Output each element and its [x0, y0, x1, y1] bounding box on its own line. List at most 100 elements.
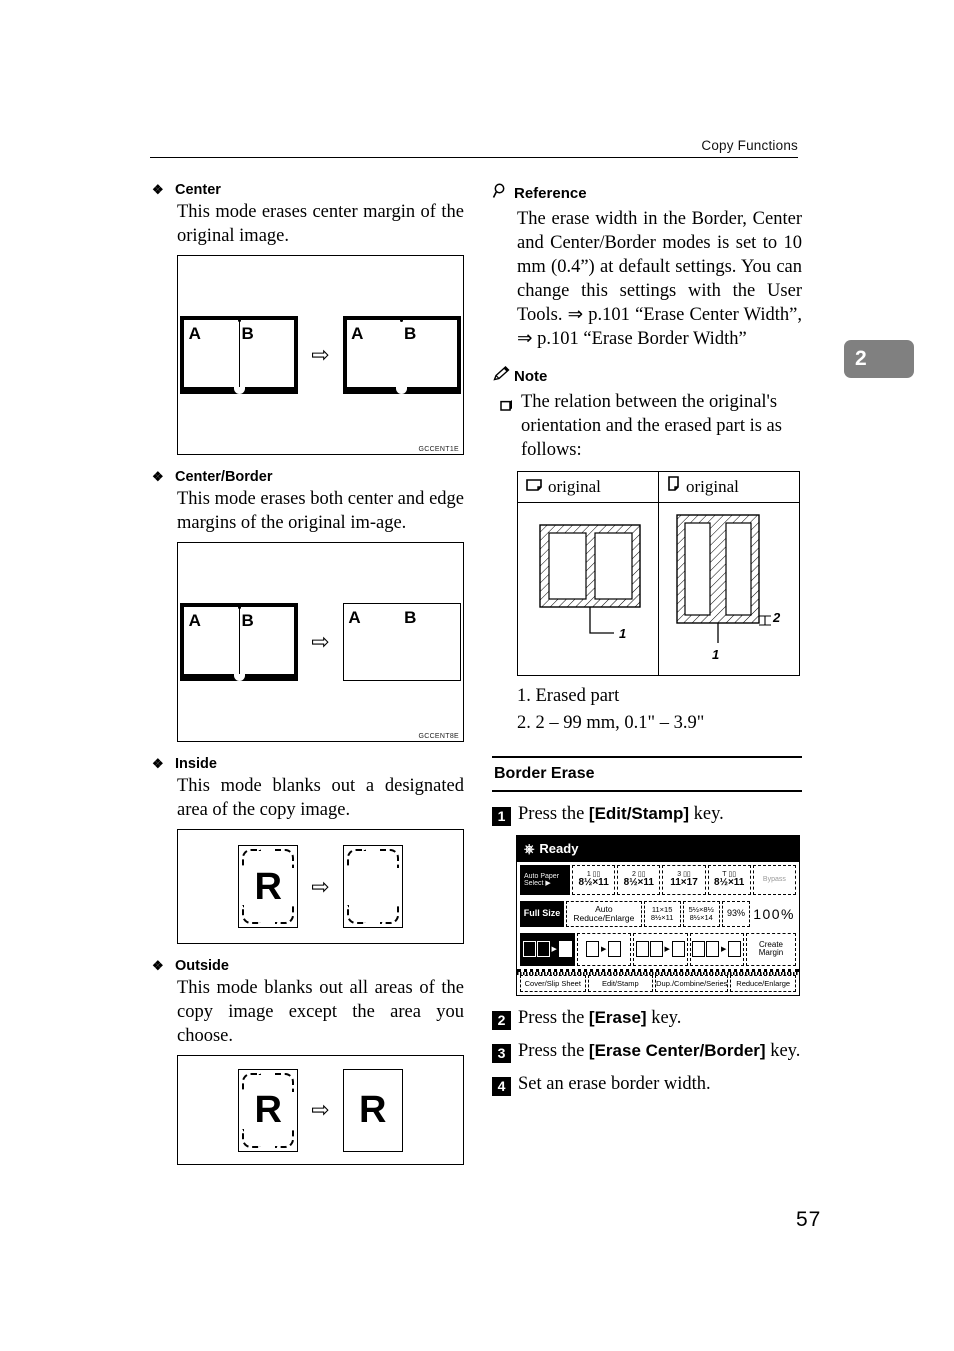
chapter-number: 2 — [855, 347, 867, 370]
header-rule — [150, 157, 798, 158]
lcd-tab-cover-slip-sheet[interactable]: Cover/Slip Sheet — [520, 974, 586, 992]
book-letter-a-result: A — [351, 324, 364, 344]
lcd-key-duplex-2[interactable]: ▶ — [576, 932, 631, 966]
diamond-bullet-icon: ❖ — [152, 756, 164, 772]
lcd-full-size-label: Full Size — [523, 908, 561, 919]
lcd-key-create-margin[interactable]: Create Margin — [746, 932, 796, 966]
book-result-center-border: A B — [342, 603, 461, 682]
lcd-preset-2-bottom: 8½×14 — [689, 912, 713, 922]
lcd-key-full-size[interactable]: Full Size — [520, 900, 565, 927]
step-1: 1 Press the [Edit/Stamp] key. — [492, 803, 802, 826]
step-3-key: [Erase Center/Border] — [588, 1040, 766, 1060]
lcd-key-tray-1[interactable]: 1 ▯▯ 8½×11 — [572, 864, 616, 895]
transform-arrow-icon: ⇨ — [311, 873, 330, 899]
reference-body: The erase width in the Border, Center an… — [517, 209, 802, 350]
lcd-key-duplex-3[interactable]: ▶ — [633, 932, 688, 966]
lcd-tray-t-number: T — [722, 871, 727, 879]
lcd-key-auto-paper-select[interactable]: Auto Paper Select ▶ — [520, 864, 570, 895]
book-letter-a: A — [188, 324, 201, 344]
chapter-tab: 2 — [844, 340, 914, 378]
section-inside-body: This mode blanks out a designated area o… — [177, 776, 464, 821]
lcd-preset-3-label: 93% — [726, 908, 745, 919]
section-center-border: ❖ Center/Border This mode erases both ce… — [152, 469, 464, 743]
right-column: Reference The erase width in the Border,… — [492, 182, 802, 1096]
power-icon: ⎈ — [524, 841, 535, 857]
lcd-create-margin-bottom: Margin — [758, 948, 784, 958]
lcd-key-tray-2[interactable]: 2 ▯▯ 8½×11 — [617, 864, 661, 895]
pencil-icon — [492, 365, 511, 388]
transform-arrow-icon: ⇨ — [311, 1097, 330, 1123]
page-letter-r-result: R — [358, 1089, 387, 1132]
lcd-key-duplex-4[interactable]: ▶ — [689, 932, 744, 966]
lcd-tab-dup-combine-series[interactable]: Dup./Combine/Series — [655, 974, 729, 992]
running-head: Copy Functions — [701, 138, 798, 153]
book-original-center: A B — [180, 316, 299, 395]
orientation-table-header-row: original original — [518, 472, 799, 504]
diamond-bullet-icon: ❖ — [152, 182, 164, 197]
step-3-text: Press the [Erase Center/Border] key. — [518, 1041, 800, 1062]
lcd-key-tray-3[interactable]: 3 ▯▯ 11×17 — [662, 864, 706, 895]
svg-text:1: 1 — [712, 647, 719, 662]
lcd-key-bypass[interactable]: Bypass — [752, 864, 797, 895]
reference-heading: Reference — [492, 182, 802, 205]
orientation-diagram-portrait-cell: 1 2 — [659, 503, 799, 675]
reference-title: Reference — [514, 185, 587, 202]
lcd-key-preset-1[interactable]: 11×15 8½×11 — [643, 900, 681, 927]
orientation-diagram-portrait: 1 2 — [676, 514, 781, 662]
procedure-rule-bottom — [492, 789, 802, 792]
step-1-post: key. — [689, 803, 724, 824]
page-header: Copy Functions — [150, 138, 798, 158]
page-result-inside — [342, 845, 403, 929]
lcd-bypass-label: Bypass — [762, 876, 786, 884]
lcd-tray-2-number: 2 — [632, 871, 636, 879]
callout-note: Note The relation between the original's… — [492, 365, 802, 736]
page-letter-r: R — [254, 1089, 282, 1132]
lcd-tab-reduce-enlarge[interactable]: Reduce/Enlarge — [730, 974, 796, 992]
step-2-number: 2 — [492, 1010, 511, 1030]
page-original-inside: R — [238, 845, 299, 929]
lcd-tray-3-size: 11×17 — [670, 877, 698, 889]
section-center: ❖ Center This mode erases center margin … — [152, 182, 464, 456]
section-inside-title: Inside — [175, 756, 217, 773]
book-letter-a-result: A — [348, 608, 361, 628]
lcd-tray-1-number: 1 — [586, 871, 591, 879]
step-4: 4 Set an erase border width. — [492, 1074, 802, 1096]
legend-item-1: 1. Erased part — [517, 686, 620, 707]
section-center-body: This mode erases center margin of the or… — [177, 202, 464, 247]
lcd-tab-edit-stamp[interactable]: Edit/Stamp — [587, 974, 654, 992]
step-3-number: 3 — [492, 1043, 511, 1063]
step-2-key: [Erase] — [588, 1007, 647, 1027]
figure-inside: R ⇨ — [177, 829, 464, 945]
section-inside-heading: ❖ Inside — [152, 756, 464, 772]
step-2-post: key. — [646, 1007, 682, 1028]
section-center-border-title: Center/Border — [175, 469, 273, 486]
lcd-tab-bar: Cover/Slip Sheet Edit/Stamp Dup./Combine… — [517, 968, 799, 995]
lcd-panel[interactable]: ⎈ Ready Auto Paper Select ▶ 1 ▯▯ 8½×11 2… — [516, 834, 800, 996]
step-1-number: 1 — [492, 806, 511, 826]
diamond-bullet-icon: ❖ — [152, 958, 164, 974]
lcd-key-tray-t[interactable]: T ▯▯ 8½×11 — [707, 864, 751, 895]
step-3-post: key. — [765, 1040, 801, 1061]
magnifier-icon — [492, 182, 511, 205]
note-body: The relation between the original's orie… — [521, 392, 782, 461]
lcd-key-duplex-1[interactable]: ▶ — [520, 932, 575, 966]
section-center-title: Center — [175, 182, 221, 198]
lcd-key-preset-3[interactable]: 93% — [721, 900, 751, 927]
lcd-current-zoom-value: 100% — [753, 905, 795, 922]
lcd-current-zoom: 100% — [752, 900, 796, 927]
figure-caption-center-border: GCCENT8E — [418, 733, 459, 741]
page-number: 57 — [796, 1208, 822, 1231]
figure-outside: R ⇨ R — [177, 1055, 464, 1166]
book-letter-b-result: B — [404, 608, 417, 628]
lcd-key-auto-reduce-enlarge[interactable]: Auto Reduce/Enlarge — [566, 900, 642, 927]
svg-text:2: 2 — [772, 610, 781, 625]
procedure-border-erase: Border Erase 1 Press the [Edit/Stamp] ke… — [492, 755, 802, 1096]
book-letter-a: A — [188, 611, 201, 631]
legend-item-2: 2. 2 – 99 mm, 0.1" – 3.9" — [517, 712, 705, 733]
lcd-key-preset-2[interactable]: 5½×8½ 8½×14 — [682, 900, 720, 927]
step-4-number: 4 — [492, 1076, 511, 1096]
step-2: 2 Press the [Erase] key. — [492, 1007, 802, 1030]
section-center-border-heading: ❖ Center/Border — [152, 469, 464, 485]
section-center-heading: ❖ Center — [152, 182, 464, 198]
transform-arrow-icon: ⇨ — [311, 629, 330, 655]
